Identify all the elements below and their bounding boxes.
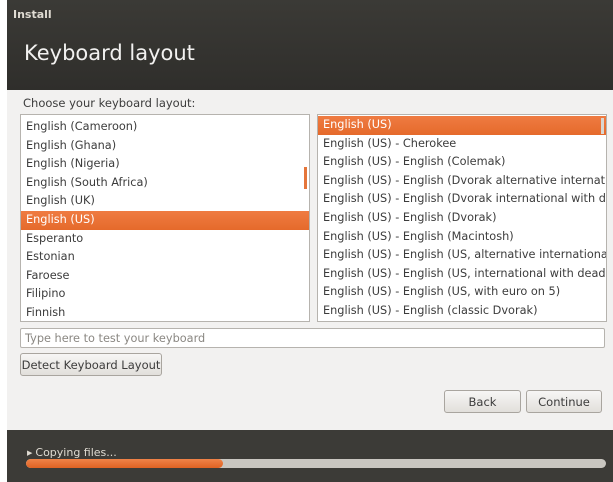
layout-list-item[interactable]: Esperanto [21,230,309,249]
install-progress-fill [26,459,224,468]
keyboard-test-input[interactable] [20,328,605,348]
variant-list-item[interactable]: English (US) - English (US, with euro on… [318,283,606,302]
layout-list-item[interactable]: Filipino [21,285,309,304]
variant-list-item[interactable]: English (US) - English (Colemak) [318,153,606,172]
layout-list-item[interactable]: Finnish [21,304,309,321]
layout-list-item[interactable]: English (South Africa) [21,174,309,193]
variant-list-item[interactable]: English (US) - English (US, alternative … [318,246,606,265]
layout-list-item[interactable]: Faroese [21,267,309,286]
install-progress-bar [26,459,606,468]
keyboard-layout-list[interactable]: English (Cameroon) English (Ghana) English… [20,114,310,322]
variant-list-item[interactable]: English (US) - English (classic Dvorak) [318,302,606,321]
window-title: Install [13,8,52,21]
status-text: Copying files... [35,446,117,459]
layout-rows: English (Cameroon) English (Ghana) English… [21,115,309,321]
back-button[interactable]: Back [444,390,521,413]
variant-list-item[interactable]: English (US) - English (Dvorak alternati… [318,172,606,191]
layout-list-scrollbar[interactable] [304,167,307,189]
layout-list-item[interactable]: English (Nigeria) [21,155,309,174]
layout-list-item[interactable]: English (Cameroon) [21,118,309,137]
layout-list-item[interactable]: English (US) [21,210,309,230]
layout-list-item[interactable]: English (Ghana) [21,137,309,156]
variant-list-item[interactable]: English (US) - Cherokee [318,135,606,154]
layout-list-item[interactable]: English (UK) [21,192,309,211]
variant-list-item[interactable]: English (US) - English (Macintosh) [318,228,606,247]
choose-layout-label: Choose your keyboard layout: [23,96,196,110]
keyboard-variant-list[interactable]: English (US) English (US) - Cherokee Engli… [317,114,607,322]
variant-list-item[interactable]: English (US) [318,116,606,135]
disclosure-triangle-right-icon[interactable]: ▶ [27,449,32,457]
variant-list-item[interactable]: English (US) - English (Dvorak internati… [318,190,606,209]
variant-rows: English (US) English (US) - Cherokee Engli… [318,115,606,321]
variant-list-item[interactable]: English (US) - English (US, internationa… [318,265,606,284]
layout-list-item[interactable]: Estonian [21,248,309,267]
copying-status[interactable]: ▶ Copying files... [27,446,117,459]
variant-list-item[interactable]: English (US) - English (Dvorak) [318,209,606,228]
continue-button[interactable]: Continue [526,390,602,413]
detect-keyboard-layout-button[interactable]: Detect Keyboard Layout [20,353,162,376]
variant-list-scrollbar[interactable] [601,118,604,134]
progress-footer: ▶ Copying files... [7,430,613,482]
window-header: Install Keyboard layout [7,0,613,90]
page-title: Keyboard layout [24,41,195,65]
